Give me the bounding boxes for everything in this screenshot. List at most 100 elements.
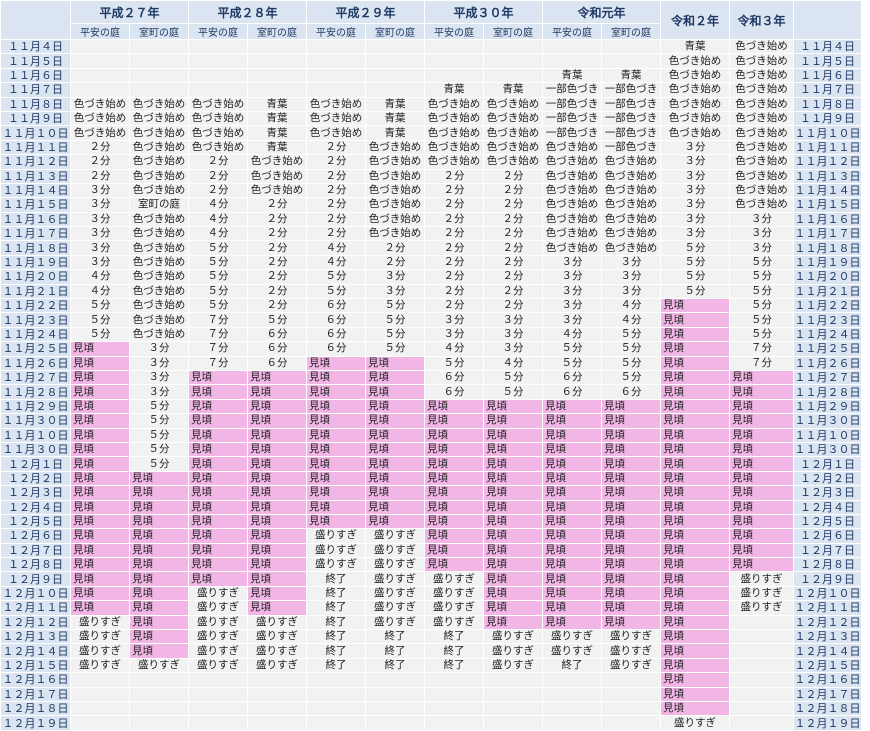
date-cell-right: １２月１１日 (793, 600, 862, 616)
status-cell: ５分 (601, 326, 661, 343)
status-cell: 見頃 (424, 470, 484, 487)
status-cell: 見頃 (129, 499, 189, 515)
date-cell: １１月１９日 (0, 254, 71, 271)
date-cell: １１月１３日 (0, 168, 71, 184)
status-cell: ５分 (129, 413, 189, 429)
status-cell: 色づき始め (129, 182, 189, 199)
status-cell: ４分 (306, 254, 366, 271)
status-cell: 見頃 (660, 614, 730, 631)
date-cell: １２月１日 (0, 456, 71, 472)
status-cell: 見頃 (247, 441, 307, 458)
status-cell: 見頃 (129, 614, 189, 631)
status-cell: 見頃 (424, 456, 484, 472)
date-cell: １１月２４日 (0, 326, 71, 343)
garden-header-muromachi: 室町の庭 (483, 23, 543, 40)
status-cell: 見頃 (601, 542, 661, 559)
status-cell (247, 67, 307, 84)
status-cell: ４分 (306, 240, 366, 256)
status-cell: ５分 (365, 341, 425, 357)
status-cell: 見頃 (70, 427, 130, 443)
status-cell: 見頃 (365, 355, 425, 371)
status-cell: 色づき始め (601, 197, 661, 213)
status-cell: 見頃 (542, 485, 602, 501)
status-cell: 見頃 (365, 369, 425, 386)
status-cell (129, 82, 189, 98)
status-cell: 見頃 (483, 485, 543, 501)
status-cell: 一部色づき (542, 96, 602, 112)
status-cell: 一部色づき (601, 82, 661, 98)
status-cell (729, 715, 794, 731)
status-cell: ３分 (601, 269, 661, 285)
status-cell: 見頃 (542, 427, 602, 443)
status-cell: 見頃 (483, 456, 543, 472)
status-cell: ３分 (70, 182, 130, 199)
status-cell: ２分 (306, 211, 366, 228)
date-cell: １２月１３日 (0, 629, 71, 645)
status-cell: 盛りすぎ (247, 643, 307, 659)
date-cell-right: １１月１８日 (793, 240, 862, 256)
status-cell: 盛りすぎ (306, 528, 366, 544)
status-cell: 見頃 (601, 585, 661, 602)
date-cell-right: １１月２９日 (793, 398, 862, 415)
status-cell: 色づき始め (542, 240, 602, 256)
status-cell: ６分 (247, 326, 307, 343)
status-cell: 見頃 (601, 413, 661, 429)
status-cell: 一部色づき (601, 96, 661, 112)
status-cell: 色づき始め (424, 96, 484, 112)
status-cell: ３分 (70, 240, 130, 256)
date-cell: １２月２日 (0, 470, 71, 487)
status-cell: 色づき始め (424, 110, 484, 127)
status-cell: 盛りすぎ (70, 643, 130, 659)
status-cell: 見頃 (188, 499, 248, 515)
date-cell: １１月１５日 (0, 197, 71, 213)
status-cell (129, 38, 189, 55)
status-cell: 見頃 (70, 499, 130, 515)
status-cell: 色づき始め (660, 53, 730, 69)
status-cell: 見頃 (542, 542, 602, 559)
status-cell: 色づき始め (129, 110, 189, 127)
date-cell: １２月８日 (0, 557, 71, 573)
status-cell: 見頃 (188, 557, 248, 573)
status-cell: ５分 (660, 269, 730, 285)
date-cell-right: １２月３日 (793, 485, 862, 501)
table-row: １１月２９日 見頃 ５分 見頃 見頃 見頃 見頃 見頃 見頃 見頃 見頃 見頃 見頃 １１月２９日 (0, 398, 862, 415)
status-cell: 見頃 (542, 499, 602, 515)
status-cell (601, 715, 661, 731)
date-cell: １２月１７日 (0, 686, 71, 702)
status-cell: ６分 (601, 384, 661, 400)
status-cell: 見頃 (542, 585, 602, 602)
status-cell (306, 53, 366, 69)
table-row: １１月２２日 ５分 色づき始め ５分 ２分 ６分 ５分 ２分 ２分 ３分 ４分 見頃 ５分 １１月２２日 (0, 298, 862, 314)
status-cell: 見頃 (483, 441, 543, 458)
status-cell: 色づき始め (601, 240, 661, 256)
status-cell: 見頃 (601, 571, 661, 587)
table-row: １１月２３日 ５分 色づき始め ７分 ５分 ６分 ５分 ３分 ３分 ３分 ４分 見頃 ５分 １１月２３日 (0, 312, 862, 328)
date-cell-right: １１月１７日 (793, 226, 862, 242)
status-cell: ５分 (729, 312, 794, 328)
status-cell: 見頃 (660, 513, 730, 530)
status-cell: 見頃 (483, 513, 543, 530)
status-cell (365, 53, 425, 69)
table-row: １１月２４日 ５分 色づき始め ７分 ６分 ６分 ５分 ３分 ３分 ４分 ５分 見頃 ５分 １１月２４日 (0, 326, 862, 343)
status-cell: 見頃 (70, 557, 130, 573)
date-cell: １１月２３日 (0, 312, 71, 328)
status-cell: ５分 (483, 384, 543, 400)
date-cell-right: １１月２７日 (793, 369, 862, 386)
status-cell: 終了 (306, 600, 366, 616)
status-cell: 見頃 (365, 441, 425, 458)
date-cell-right: １１月１３日 (793, 168, 862, 184)
status-cell: 見頃 (306, 470, 366, 487)
status-cell: ３分 (542, 269, 602, 285)
status-cell: 盛りすぎ (424, 585, 484, 602)
status-cell: 見頃 (601, 441, 661, 458)
table-row: １２月６日 見頃 見頃 見頃 見頃 盛りすぎ 盛りすぎ 見頃 見頃 見頃 見頃 見頃 見頃 １２月６日 (0, 528, 862, 544)
status-cell: 青葉 (542, 67, 602, 84)
status-cell: 一部色づき (601, 125, 661, 141)
date-cell-right: １１月３０日 (793, 441, 862, 458)
status-cell: 見頃 (660, 312, 730, 328)
status-cell: 盛りすぎ (601, 657, 661, 674)
status-cell (306, 715, 366, 731)
status-cell: ４分 (188, 211, 248, 228)
status-cell: 色づき始め (188, 96, 248, 112)
status-cell: ２分 (188, 182, 248, 199)
